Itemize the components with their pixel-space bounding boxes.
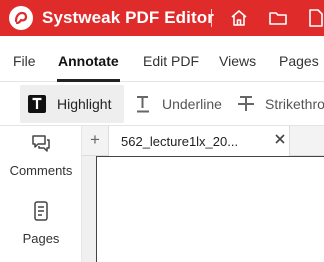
menu-annotate[interactable]: Annotate <box>58 53 119 69</box>
folder-icon[interactable] <box>268 8 288 28</box>
underline-label: Underline <box>162 96 222 112</box>
home-icon[interactable] <box>229 8 249 28</box>
menu-bar: File Annotate Edit PDF Views Pages <box>0 36 324 82</box>
pdf-page[interactable] <box>96 156 324 262</box>
underline-tool[interactable]: Underline <box>126 85 224 123</box>
strikethrough-icon <box>236 94 256 114</box>
annotate-toolbar: Highlight Underline Strikethro <box>0 82 324 126</box>
menu-views[interactable]: Views <box>219 53 256 69</box>
document-tab[interactable]: 562_lecture1lx_20... <box>108 126 290 156</box>
highlight-tool[interactable]: Highlight <box>20 85 124 123</box>
sidebar-item-comments[interactable]: Comments <box>0 132 82 178</box>
sidebar-comments-label: Comments <box>9 163 73 178</box>
left-sidebar: Comments Pages <box>0 126 82 262</box>
sidebar-item-pages[interactable]: Pages <box>0 200 82 246</box>
menu-file[interactable]: File <box>13 53 36 69</box>
document-tab-bar: + 562_lecture1lx_20... <box>82 126 324 156</box>
document-viewer[interactable] <box>82 156 324 262</box>
pdf-logo-icon <box>9 6 33 30</box>
sidebar-pages-label: Pages <box>22 231 60 246</box>
highlight-label: Highlight <box>57 96 112 112</box>
underline-icon <box>133 94 153 114</box>
app-title: Systweak PDF Editor <box>42 8 214 27</box>
new-tab-button[interactable]: + <box>82 126 108 156</box>
strikethrough-tool[interactable]: Strikethro <box>230 85 324 123</box>
document-icon[interactable] <box>306 8 324 28</box>
pages-icon <box>30 200 52 222</box>
menu-pages[interactable]: Pages <box>279 53 319 69</box>
strikethrough-label: Strikethro <box>265 96 324 112</box>
title-bar: Systweak PDF Editor <box>0 0 324 36</box>
document-tab-label: 562_lecture1lx_20... <box>121 134 239 149</box>
title-divider <box>211 9 212 27</box>
comments-icon <box>30 132 52 154</box>
menu-edit-pdf[interactable]: Edit PDF <box>143 53 199 69</box>
highlight-icon <box>27 94 47 114</box>
close-icon[interactable] <box>273 132 287 146</box>
